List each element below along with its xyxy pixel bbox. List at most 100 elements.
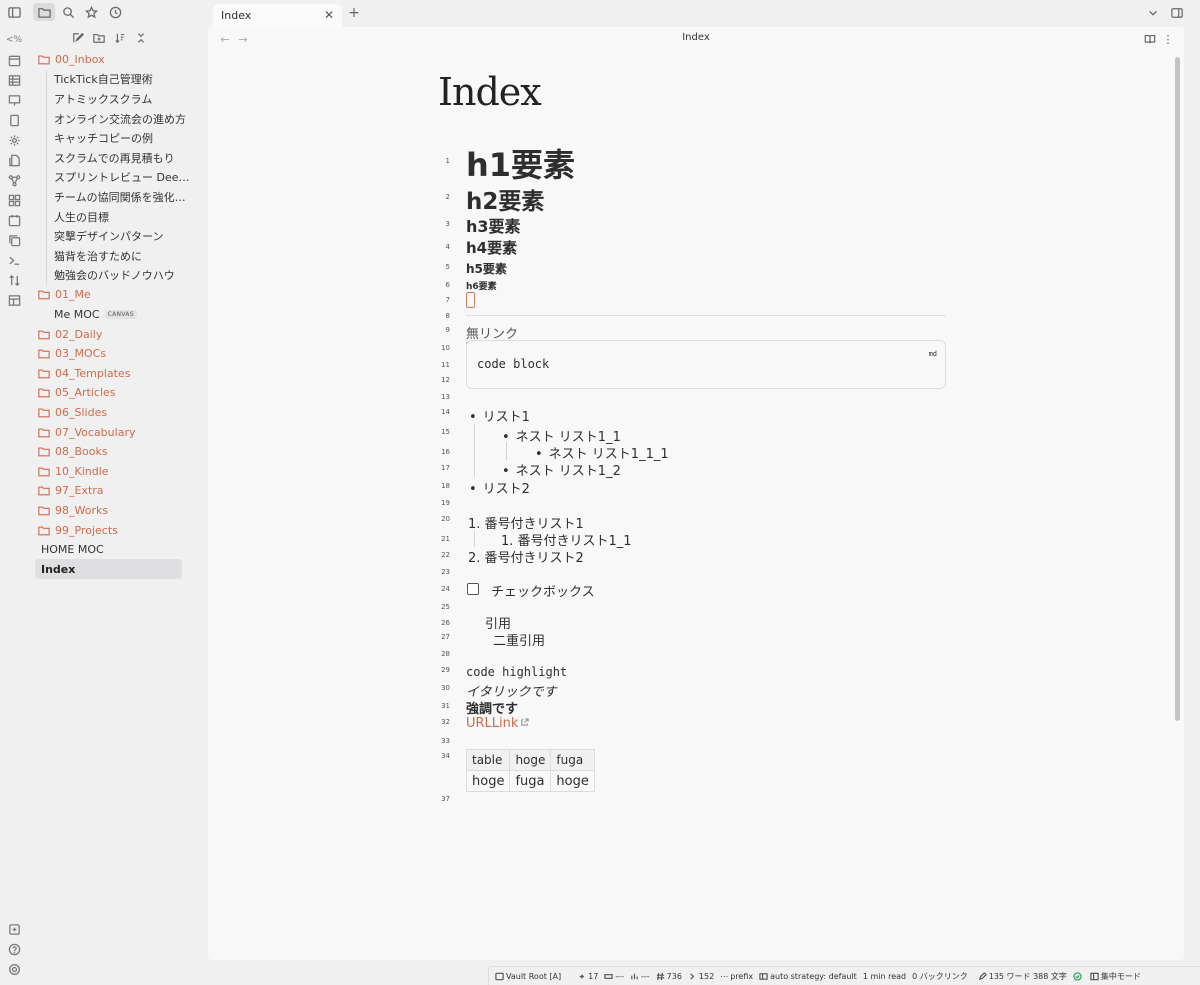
tree-folder[interactable]: 02_Daily bbox=[30, 324, 206, 344]
code-block[interactable]: code block md bbox=[466, 340, 946, 389]
recent-files-button[interactable] bbox=[104, 3, 126, 21]
status-item[interactable]: --- bbox=[604, 972, 624, 981]
tree-file[interactable]: TickTick自己管理術 bbox=[30, 69, 206, 90]
tree-folder[interactable]: 05_Articles bbox=[30, 383, 206, 403]
reading-view-button[interactable] bbox=[1143, 32, 1157, 46]
table-button[interactable] bbox=[6, 72, 22, 88]
list-item[interactable]: リスト1 bbox=[469, 406, 530, 425]
help-button[interactable] bbox=[6, 941, 22, 957]
status-vault[interactable]: Vault Root [A] bbox=[495, 972, 561, 981]
nested-blockquote[interactable]: 二重引用 bbox=[493, 630, 545, 649]
status-sync[interactable] bbox=[1073, 971, 1084, 981]
tree-folder[interactable]: 10_Kindle bbox=[30, 461, 206, 481]
view-header-title[interactable]: Index bbox=[208, 32, 1184, 43]
external-link[interactable]: URLLink bbox=[466, 716, 530, 731]
file-explorer-button[interactable] bbox=[33, 3, 55, 21]
duplicate-button[interactable] bbox=[6, 232, 22, 248]
tree-file[interactable]: スプリントレビュー Dee… bbox=[30, 167, 206, 188]
tree-file-active[interactable]: Index bbox=[35, 559, 182, 580]
right-sidebar-toggle-button[interactable] bbox=[1170, 6, 1184, 20]
tree-file[interactable]: 勉強会のバッドノウハウ bbox=[30, 265, 206, 286]
settings-button[interactable] bbox=[6, 961, 22, 977]
inline-title[interactable]: Index bbox=[438, 70, 542, 114]
status-item[interactable]: 152 bbox=[688, 972, 714, 981]
tab-list-button[interactable] bbox=[1146, 6, 1160, 20]
status-item[interactable]: auto strategy: default bbox=[759, 972, 857, 981]
tree-folder[interactable]: 01_Me bbox=[30, 285, 206, 305]
tree-folder[interactable]: 97_Extra bbox=[30, 481, 206, 501]
table-header-cell[interactable]: hoge bbox=[509, 749, 552, 771]
status-item[interactable]: 17 bbox=[577, 972, 598, 981]
heading-5[interactable]: h5要素 bbox=[466, 260, 507, 277]
tree-file[interactable]: 突撃デザインパターン bbox=[30, 226, 206, 246]
graph-view-button[interactable] bbox=[6, 172, 22, 188]
active-line-cursor[interactable] bbox=[466, 292, 475, 308]
heading-2[interactable]: h2要素 bbox=[466, 182, 544, 216]
heading-1[interactable]: h1要素 bbox=[466, 140, 575, 186]
bookmarks-button[interactable] bbox=[80, 3, 102, 21]
tree-folder[interactable]: 98_Works bbox=[30, 501, 206, 521]
ordered-list-item[interactable]: 2. 番号付きリスト2 bbox=[468, 547, 584, 566]
status-focus-mode[interactable]: 集中モード bbox=[1090, 971, 1141, 982]
grid-button[interactable] bbox=[6, 192, 22, 208]
editor-scrollbar[interactable] bbox=[1175, 57, 1180, 721]
tree-file[interactable]: アトミックスクラム bbox=[30, 89, 206, 109]
tree-folder[interactable]: 99_Projects bbox=[30, 520, 206, 540]
tab-index[interactable]: Index ✕ bbox=[213, 4, 342, 27]
sort-button[interactable] bbox=[6, 272, 22, 288]
tree-folder[interactable]: 04_Templates bbox=[30, 364, 206, 384]
slides-button[interactable] bbox=[6, 92, 22, 108]
table-header-cell[interactable]: table bbox=[465, 749, 511, 771]
collapse-all-button[interactable] bbox=[133, 30, 148, 45]
tree-file[interactable]: 猫背を治すために bbox=[30, 245, 206, 266]
heading-3[interactable]: h3要素 bbox=[466, 213, 521, 237]
copy-file-button[interactable] bbox=[6, 152, 22, 168]
tree-file[interactable]: キャッチコピーの例 bbox=[30, 128, 206, 148]
sort-order-button[interactable] bbox=[112, 30, 127, 45]
close-tab-icon[interactable]: ✕ bbox=[322, 8, 336, 22]
tree-folder[interactable]: 00_Inbox bbox=[30, 50, 206, 70]
bold-text[interactable]: 強調です bbox=[466, 698, 518, 717]
tree-folder[interactable]: 07_Vocabulary bbox=[30, 422, 206, 442]
new-tab-button[interactable]: + bbox=[346, 5, 362, 21]
tree-folder[interactable]: 03_MOCs bbox=[30, 344, 206, 364]
table-header-cell[interactable]: fuga bbox=[550, 749, 595, 771]
layout-button[interactable] bbox=[6, 292, 22, 308]
calendar-button[interactable] bbox=[6, 52, 22, 68]
table-icon bbox=[8, 74, 20, 86]
table-cell[interactable]: hoge bbox=[550, 770, 595, 792]
settings-gear-button[interactable] bbox=[6, 132, 22, 148]
table-cell[interactable]: fuga bbox=[509, 770, 552, 792]
terminal-button[interactable] bbox=[6, 252, 22, 268]
daily-note-button[interactable] bbox=[6, 212, 22, 228]
task-checkbox[interactable] bbox=[467, 583, 479, 595]
more-options-button[interactable]: ⋮ bbox=[1161, 32, 1175, 46]
status-item[interactable]: ⋯ prefix bbox=[720, 972, 753, 981]
list-item[interactable]: リスト2 bbox=[469, 478, 530, 497]
templater-button[interactable]: <% bbox=[6, 32, 22, 48]
status-item[interactable]: --- bbox=[630, 972, 650, 981]
new-note-button[interactable] bbox=[70, 30, 85, 45]
tree-file[interactable]: オンライン交流会の進め方 bbox=[30, 108, 206, 129]
table-cell[interactable]: hoge bbox=[465, 770, 511, 792]
tablet-button[interactable] bbox=[6, 112, 22, 128]
sidebar-toggle-button[interactable] bbox=[3, 3, 25, 21]
tree-file[interactable]: HOME MOC bbox=[30, 540, 206, 560]
tree-folder[interactable]: 06_Slides bbox=[30, 403, 206, 423]
heading-6[interactable]: h6要素 bbox=[466, 279, 497, 292]
tree-file[interactable]: Me MOC CANVAS bbox=[30, 305, 206, 325]
inline-code[interactable]: code highlight bbox=[466, 665, 567, 679]
tree-file[interactable]: スクラムでの再見積もり bbox=[30, 147, 206, 168]
vault-switcher-button[interactable] bbox=[6, 921, 22, 937]
list-item[interactable]: ネスト リスト1_2 bbox=[502, 460, 621, 479]
tree-file[interactable]: 人生の目標 bbox=[30, 206, 206, 227]
tree-folder[interactable]: 08_Books bbox=[30, 442, 206, 462]
status-item[interactable]: 736 bbox=[656, 972, 682, 981]
search-button[interactable] bbox=[57, 3, 79, 21]
task-text[interactable]: チェックボックス bbox=[491, 581, 595, 600]
markdown-table[interactable]: table hoge fuga hoge fuga hoge bbox=[465, 749, 595, 792]
new-folder-button[interactable] bbox=[91, 30, 106, 45]
status-backlinks[interactable]: 0 バックリンク bbox=[912, 971, 968, 982]
heading-4[interactable]: h4要素 bbox=[466, 237, 517, 258]
tree-file[interactable]: チームの協同関係を強化… bbox=[30, 187, 206, 207]
